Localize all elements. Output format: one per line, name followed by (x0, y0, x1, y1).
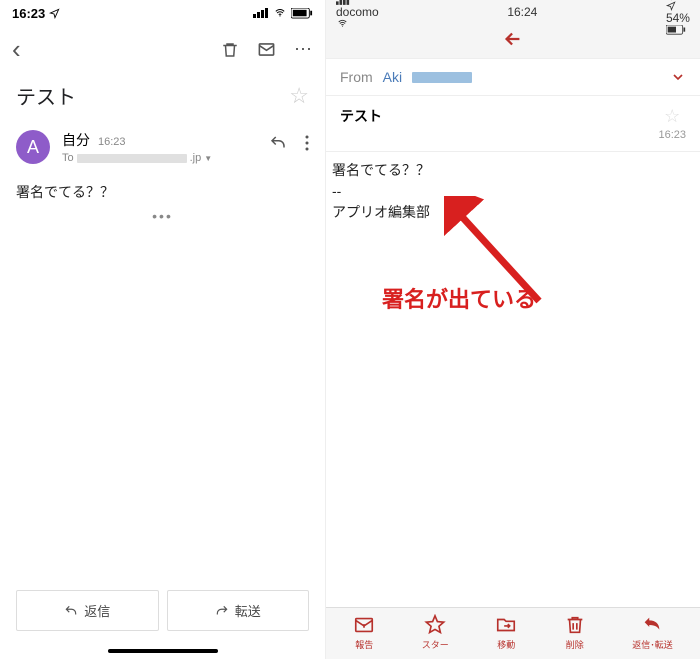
sender-info[interactable]: 自分 16:23 To .jp ▼ (62, 130, 257, 164)
star-button-right[interactable]: ☆ (658, 106, 686, 127)
status-bar-right: docomo 16:24 54% (326, 0, 700, 22)
forward-label: 転送 (235, 601, 261, 620)
sender-row: A 自分 16:23 To .jp ▼ (0, 126, 325, 168)
sender-name: 自分 (62, 130, 90, 150)
trash-icon (564, 614, 586, 636)
annotation-text: 署名が出ている (382, 282, 536, 314)
battery-icon (291, 8, 313, 19)
timestamp-right: 16:23 (658, 129, 686, 141)
reply-button[interactable]: 返信 (16, 590, 159, 631)
reply-forward-button[interactable]: 返信･転送 (632, 614, 673, 651)
show-trimmed-button[interactable]: ••• (16, 208, 309, 224)
toolbar-left: ‹ ⋯ (0, 24, 325, 75)
body-line1: 署名でてる？？ (332, 160, 694, 181)
subject-row-right: テスト ☆ 16:23 (326, 96, 700, 152)
signal-icon (253, 8, 269, 18)
reply-icon (64, 604, 78, 618)
location-icon (666, 1, 676, 11)
back-row-right (326, 22, 700, 58)
mark-unread-button[interactable] (257, 40, 276, 59)
star-label: スター (422, 638, 449, 651)
delete-tab-button[interactable]: 削除 (564, 614, 586, 651)
from-name: Aki (383, 69, 402, 85)
sender-timestamp: 16:23 (98, 136, 126, 148)
mail-body-right: 署名でてる？？ -- アプリオ編集部 署名が出ている (326, 152, 700, 607)
from-label: From (340, 69, 373, 85)
bottom-toolbar-right: 報告 スター 移動 削除 返信･転送 (326, 607, 700, 659)
trash-icon (221, 41, 239, 59)
mail-body-left: 署名でてる？？ ••• (0, 168, 325, 580)
subject-text-right: テスト (340, 106, 382, 126)
status-time: 16:23 (12, 6, 45, 21)
left-screenshot: 16:23 ‹ ⋯ テスト ☆ A 自分 (0, 0, 326, 659)
reply-icon (641, 614, 663, 636)
delete-button[interactable] (221, 41, 239, 59)
report-button[interactable]: 報告 (353, 614, 375, 651)
more-button[interactable]: ⋯ (294, 39, 313, 60)
reply-bar: 返信 転送 (0, 580, 325, 659)
reply-label: 返信 (84, 601, 110, 620)
delete-label: 削除 (566, 638, 584, 651)
move-icon (495, 614, 517, 636)
back-button-right[interactable] (336, 28, 690, 50)
chevron-down-icon: ▼ (204, 154, 212, 163)
report-icon (353, 614, 375, 636)
to-label: To (62, 152, 74, 164)
star-button[interactable]: ☆ (289, 83, 309, 109)
wifi-icon (273, 8, 287, 18)
forward-button[interactable]: 転送 (167, 590, 310, 631)
move-button[interactable]: 移動 (495, 614, 517, 651)
subject-row: テスト ☆ (0, 75, 325, 126)
reply-icon (269, 134, 287, 152)
home-indicator[interactable] (108, 649, 218, 653)
report-label: 報告 (355, 638, 373, 651)
more-vert-button[interactable] (305, 134, 309, 152)
to-email-masked (77, 154, 187, 163)
subject-text: テスト (16, 81, 76, 110)
status-time-right: 16:24 (507, 5, 537, 19)
mail-icon (257, 40, 276, 59)
body-text: 署名でてる？？ (16, 182, 309, 202)
star-tab-button[interactable]: スター (422, 614, 449, 651)
star-icon (424, 614, 446, 636)
body-separator: -- (332, 181, 694, 202)
from-row[interactable]: From Aki (326, 58, 700, 96)
status-bar-left: 16:23 (0, 0, 325, 24)
reply-icon-button[interactable] (269, 134, 287, 152)
carrier-label: docomo (336, 5, 379, 19)
expand-from-button[interactable] (670, 69, 686, 85)
forward-icon (215, 604, 229, 618)
reply-forward-label: 返信･転送 (632, 638, 673, 651)
to-suffix: .jp (190, 152, 202, 164)
move-label: 移動 (497, 638, 515, 651)
from-email-masked (412, 72, 472, 83)
back-button[interactable]: ‹ (12, 34, 21, 65)
location-icon (49, 8, 60, 19)
arrow-left-icon (502, 28, 524, 50)
chevron-down-icon (670, 69, 686, 85)
body-line2: アプリオ編集部 (332, 202, 694, 223)
more-vert-icon (305, 135, 309, 151)
right-screenshot: docomo 16:24 54% From Aki テスト ☆ 16:23 署名… (326, 0, 700, 659)
avatar: A (16, 130, 50, 164)
